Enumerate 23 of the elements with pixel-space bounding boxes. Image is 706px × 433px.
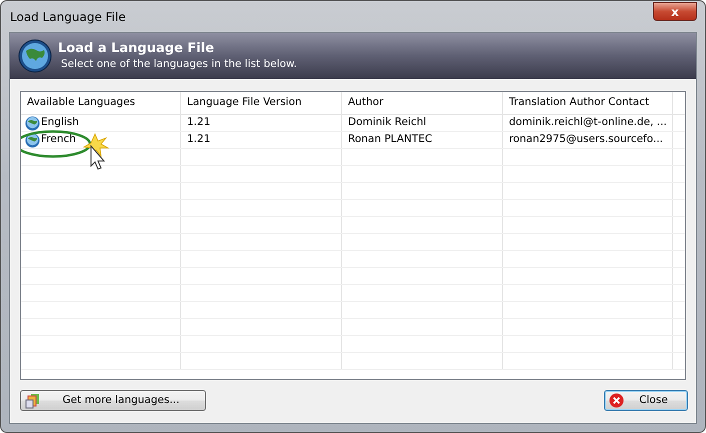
table-cell: 1.21 — [181, 115, 342, 131]
table-cell: dominik.reichl@t-online.de, ... — [503, 115, 673, 131]
close-button[interactable]: x — [653, 2, 697, 21]
documents-icon — [25, 392, 41, 408]
column-header[interactable]: Translation Author Contact — [503, 92, 673, 114]
table-cell: ronan2975@users.sourcefo... — [503, 132, 673, 148]
header-title: Load a Language File — [58, 41, 216, 57]
column-header[interactable]: Available Languages — [21, 92, 181, 114]
get-more-languages-button[interactable]: Get more languages... — [20, 390, 206, 411]
column-header[interactable]: Language File Version — [181, 92, 342, 114]
close-button[interactable]: Close — [604, 390, 688, 411]
table-cell: 1.21 — [181, 132, 342, 148]
globe-icon — [25, 116, 40, 130]
table-cell: Ronan PLANTEC — [342, 132, 503, 148]
header-subtitle: Select one of the languages in the list below. — [60, 57, 297, 71]
column-header[interactable]: Author — [342, 92, 503, 114]
window-title: Load Language File — [9, 8, 126, 26]
globe-icon — [25, 132, 40, 148]
close-icon — [609, 393, 624, 408]
globe-icon — [18, 39, 52, 73]
language-name[interactable]: English — [41, 115, 79, 131]
table-cell: Dominik Reichl — [342, 115, 503, 131]
cursor-icon — [82, 133, 110, 170]
